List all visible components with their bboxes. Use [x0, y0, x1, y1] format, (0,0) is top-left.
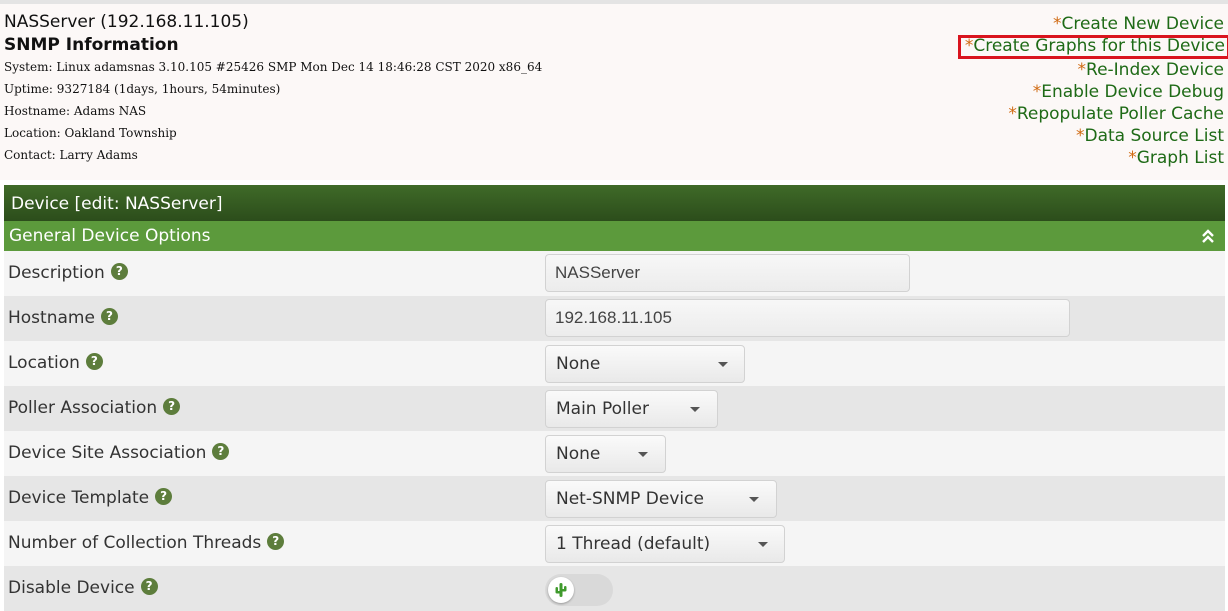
help-icon[interactable]: ?	[110, 262, 128, 280]
poller-label: Poller Association	[8, 398, 158, 418]
create-graphs-link[interactable]: *Create Graphs for this Device	[957, 35, 1228, 59]
form-row-location: Location? None	[4, 341, 1225, 386]
snmp-location: Location: Oakland Township	[4, 126, 177, 140]
chevron-down-icon	[749, 497, 759, 502]
snmp-contact: Contact: Larry Adams	[4, 148, 138, 162]
description-label: Description	[8, 263, 105, 283]
snmp-info-title: SNMP Information	[4, 35, 179, 55]
threads-select[interactable]: 1 Thread (default)	[545, 525, 785, 563]
form-row-hostname: Hostname? 192.168.11.105	[4, 296, 1225, 341]
chevron-down-icon	[638, 452, 648, 457]
repopulate-cache-link[interactable]: *Repopulate Poller Cache	[958, 103, 1224, 125]
snmp-hostname: Hostname: Adams NAS	[4, 104, 147, 118]
panel-title: Device [edit: NASServer]	[4, 185, 1225, 221]
location-select[interactable]: None	[545, 345, 745, 383]
help-icon[interactable]: ?	[163, 397, 181, 415]
disable-label: Disable Device	[8, 578, 135, 598]
hostname-input[interactable]: 192.168.11.105	[545, 299, 1070, 337]
form-row-disable: Disable Device?	[4, 566, 1225, 611]
site-select[interactable]: None	[545, 435, 666, 473]
help-icon[interactable]: ?	[85, 352, 103, 370]
help-icon[interactable]: ?	[267, 532, 285, 550]
chevron-down-icon	[690, 407, 700, 412]
site-value: None	[556, 444, 601, 464]
reindex-device-link[interactable]: *Re-Index Device	[958, 59, 1224, 81]
description-input[interactable]: NASServer	[545, 254, 910, 292]
chevron-down-icon	[758, 542, 768, 547]
template-value: Net-SNMP Device	[556, 489, 704, 509]
threads-value: 1 Thread (default)	[556, 534, 711, 554]
site-label: Device Site Association	[8, 443, 207, 463]
cactus-icon	[555, 583, 567, 597]
device-title: NASServer (192.168.11.105)	[4, 12, 249, 32]
device-header: NASServer (192.168.11.105) SNMP Informat…	[0, 4, 1228, 180]
section-title: General Device Options	[9, 226, 211, 246]
create-new-device-link[interactable]: *Create New Device	[958, 13, 1224, 35]
help-icon[interactable]: ?	[100, 307, 118, 325]
form-row-threads: Number of Collection Threads? 1 Thread (…	[4, 521, 1225, 566]
location-label: Location	[8, 353, 80, 373]
snmp-uptime: Uptime: 9327184 (1days, 1hours, 54minute…	[4, 82, 281, 96]
toggle-knob	[548, 577, 574, 603]
form-row-template: Device Template? Net-SNMP Device	[4, 476, 1225, 521]
help-icon[interactable]: ?	[212, 442, 230, 460]
help-icon[interactable]: ?	[140, 577, 158, 595]
template-label: Device Template	[8, 488, 150, 508]
form-row-site: Device Site Association? None	[4, 431, 1225, 476]
enable-debug-link[interactable]: *Enable Device Debug	[958, 81, 1224, 103]
chevron-down-icon	[718, 362, 728, 367]
poller-select[interactable]: Main Poller	[545, 390, 718, 428]
section-header: General Device Options	[4, 221, 1225, 251]
location-value: None	[556, 354, 601, 374]
template-select[interactable]: Net-SNMP Device	[545, 480, 777, 518]
collapse-chevron-icon[interactable]	[1201, 228, 1215, 244]
snmp-system: System: Linux adamsnas 3.10.105 #25426 S…	[4, 60, 543, 74]
poller-value: Main Poller	[556, 399, 649, 419]
hostname-label: Hostname	[8, 308, 95, 328]
data-source-list-link[interactable]: *Data Source List	[958, 125, 1224, 147]
form-row-description: Description? NASServer	[4, 251, 1225, 296]
threads-label: Number of Collection Threads	[8, 533, 262, 553]
graph-list-link[interactable]: *Graph List	[958, 147, 1224, 169]
disable-device-toggle[interactable]	[545, 574, 613, 606]
device-action-links: *Create New Device *Create Graphs for th…	[957, 13, 1228, 169]
help-icon[interactable]: ?	[155, 487, 173, 505]
form-row-poller: Poller Association? Main Poller	[4, 386, 1225, 431]
